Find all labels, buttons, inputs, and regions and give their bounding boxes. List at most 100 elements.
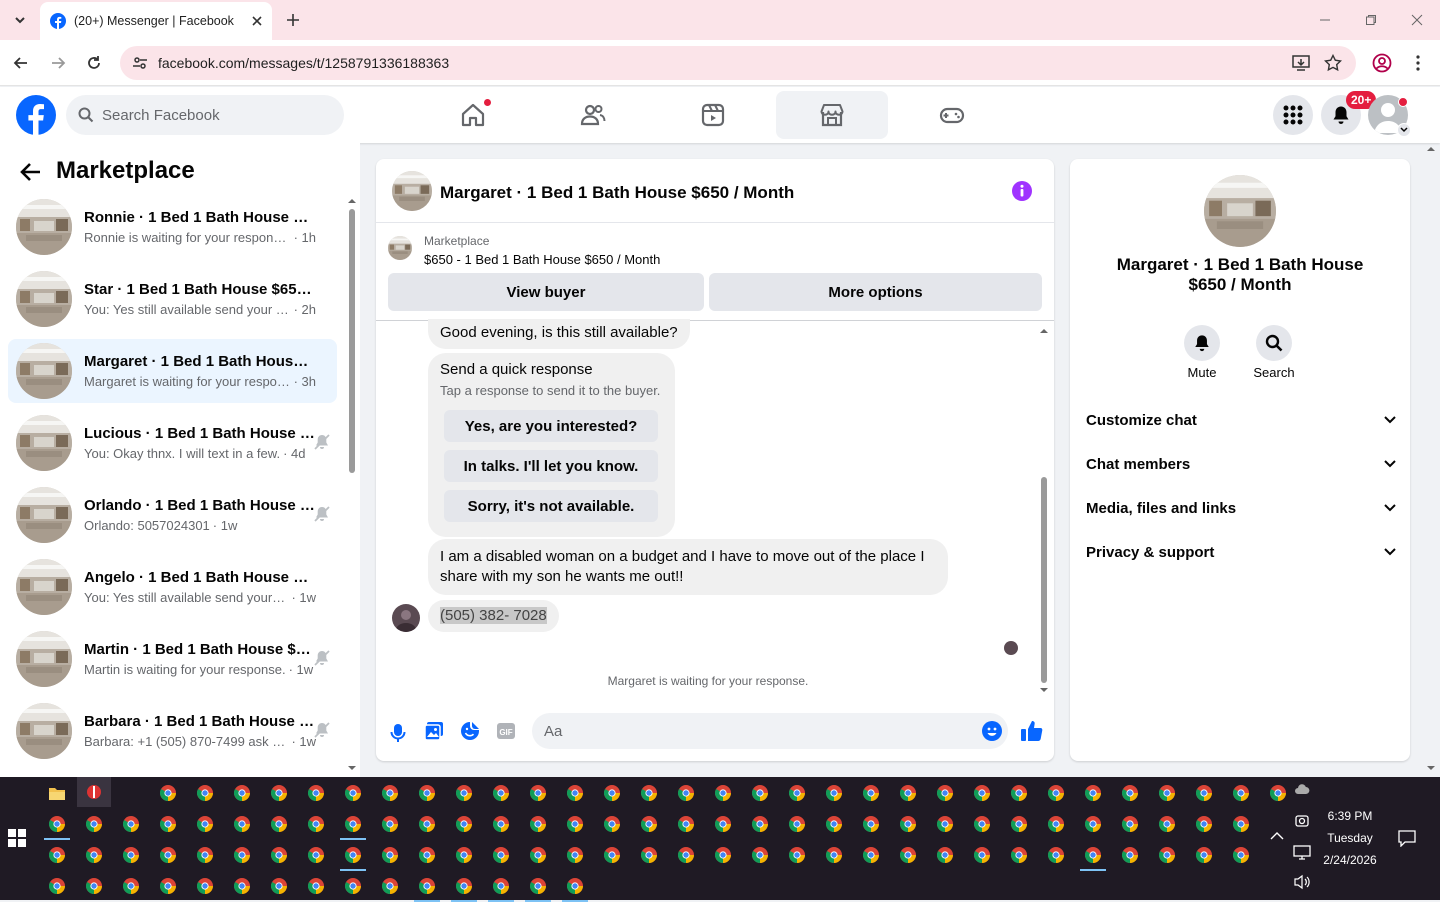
chrome-window-icon[interactable] <box>752 847 768 863</box>
chrome-window-icon[interactable] <box>641 816 657 832</box>
clock-time[interactable]: 6:39 PM <box>1318 809 1382 823</box>
chrome-window-icon[interactable] <box>752 816 768 832</box>
chrome-window-icon[interactable] <box>123 816 139 832</box>
chrome-window-icon[interactable] <box>567 785 583 801</box>
file-explorer-icon[interactable] <box>48 785 66 801</box>
facebook-logo-icon[interactable] <box>16 95 56 135</box>
more-options-button[interactable]: More options <box>709 273 1042 311</box>
chat-title[interactable]: Margaret · 1 Bed 1 Bath House $650 / Mon… <box>440 183 794 203</box>
close-window-icon[interactable] <box>1406 10 1428 30</box>
chrome-window-icon[interactable] <box>863 847 879 863</box>
chrome-window-icon[interactable] <box>715 847 731 863</box>
conversation-item[interactable]: Orlando · 1 Bed 1 Bath House $650 / Mont… <box>8 483 337 547</box>
chrome-window-icon[interactable] <box>678 785 694 801</box>
conversation-item[interactable]: Lucious · 1 Bed 1 Bath House $650 / Mont… <box>8 411 337 475</box>
message-bubble[interactable]: I am a disabled woman on a budget and I … <box>428 539 948 595</box>
emoji-icon[interactable] <box>982 721 1002 741</box>
chrome-window-icon[interactable] <box>678 847 694 863</box>
chrome-window-icon[interactable] <box>641 847 657 863</box>
thumbs-up-icon[interactable] <box>1020 719 1044 743</box>
weather-cloud-icon[interactable] <box>1294 783 1310 795</box>
browser-menu-icon[interactable] <box>1408 51 1428 75</box>
chrome-window-icon[interactable] <box>308 816 324 832</box>
chrome-window-icon[interactable] <box>419 878 435 894</box>
menu-grid-button[interactable] <box>1273 95 1313 135</box>
network-icon[interactable] <box>1293 844 1311 860</box>
chrome-window-icon[interactable] <box>493 847 509 863</box>
view-buyer-button[interactable]: View buyer <box>388 273 704 311</box>
windows-start-icon[interactable] <box>8 829 26 847</box>
chrome-window-icon[interactable] <box>382 785 398 801</box>
muted-bell-icon[interactable] <box>313 433 331 451</box>
chrome-window-icon[interactable] <box>308 878 324 894</box>
media-files-section[interactable]: Media, files and links <box>1086 493 1396 523</box>
chrome-window-icon[interactable] <box>308 785 324 801</box>
chrome-window-icon[interactable] <box>1233 816 1249 832</box>
chrome-window-icon[interactable] <box>1085 847 1101 863</box>
chrome-window-icon[interactable] <box>789 816 805 832</box>
new-tab-icon[interactable] <box>282 9 304 31</box>
muted-bell-icon[interactable] <box>313 649 331 667</box>
chrome-window-icon[interactable] <box>456 878 472 894</box>
chrome-window-icon[interactable] <box>234 847 250 863</box>
browser-tab[interactable]: (20+) Messenger | Facebook <box>40 2 272 40</box>
chrome-window-icon[interactable] <box>493 785 509 801</box>
message-input-box[interactable] <box>532 713 1008 749</box>
install-app-icon[interactable] <box>1292 55 1310 71</box>
chrome-window-icon[interactable] <box>900 785 916 801</box>
conversation-item[interactable]: Angelo · 1 Bed 1 Bath House $650 / Month… <box>8 555 337 619</box>
chrome-window-icon[interactable] <box>530 785 546 801</box>
reload-icon[interactable] <box>83 52 105 74</box>
facebook-search[interactable] <box>66 95 344 135</box>
left-scrollbar[interactable] <box>346 195 358 775</box>
chrome-window-icon[interactable] <box>382 878 398 894</box>
chrome-window-icon[interactable] <box>678 816 694 832</box>
camera-icon[interactable] <box>1294 813 1310 829</box>
chrome-window-icon[interactable] <box>160 785 176 801</box>
search-input[interactable] <box>102 106 322 124</box>
chrome-window-icon[interactable] <box>160 847 176 863</box>
chrome-window-icon[interactable] <box>345 816 361 832</box>
chrome-window-icon[interactable] <box>197 816 213 832</box>
chrome-window-icon[interactable] <box>789 785 805 801</box>
chrome-window-icon[interactable] <box>1159 785 1175 801</box>
chrome-window-icon[interactable] <box>1196 816 1212 832</box>
chrome-window-icon[interactable] <box>419 785 435 801</box>
chrome-window-icon[interactable] <box>86 847 102 863</box>
chrome-window-icon[interactable] <box>456 816 472 832</box>
chrome-window-icon[interactable] <box>197 785 213 801</box>
chat-scrollbar[interactable] <box>1038 325 1050 697</box>
chrome-window-icon[interactable] <box>715 816 731 832</box>
chrome-window-icon[interactable] <box>86 816 102 832</box>
chrome-window-icon[interactable] <box>1011 816 1027 832</box>
conversation-item[interactable]: Margaret · 1 Bed 1 Bath House $650 / Mon… <box>8 339 337 403</box>
chrome-window-icon[interactable] <box>493 878 509 894</box>
microphone-icon[interactable] <box>390 723 406 743</box>
chrome-window-icon[interactable] <box>271 878 287 894</box>
chrome-window-icon[interactable] <box>1011 785 1027 801</box>
nav-video[interactable] <box>657 91 769 139</box>
chrome-window-icon[interactable] <box>974 816 990 832</box>
back-icon[interactable] <box>10 52 32 74</box>
nav-marketplace[interactable] <box>776 91 888 139</box>
sender-avatar[interactable] <box>392 604 420 632</box>
chrome-window-icon[interactable] <box>49 878 65 894</box>
chrome-window-icon[interactable] <box>197 878 213 894</box>
chrome-window-icon[interactable] <box>974 847 990 863</box>
chrome-window-icon[interactable] <box>863 785 879 801</box>
chrome-window-icon[interactable] <box>419 847 435 863</box>
chrome-window-icon[interactable] <box>419 816 435 832</box>
chrome-window-icon[interactable] <box>49 816 65 832</box>
mute-button[interactable] <box>1184 325 1220 361</box>
forward-icon[interactable] <box>47 52 69 74</box>
conversation-item[interactable]: Star · 1 Bed 1 Bath House $650 / Month Yo… <box>8 267 337 331</box>
quick-reply-not-available[interactable]: Sorry, it's not available. <box>444 490 658 522</box>
chrome-window-icon[interactable] <box>1233 847 1249 863</box>
chevron-up-icon[interactable] <box>1270 831 1284 841</box>
chrome-window-icon[interactable] <box>234 816 250 832</box>
profile-avatar[interactable] <box>1204 175 1276 247</box>
address-bar[interactable]: facebook.com/messages/t/1258791336188363 <box>120 46 1356 80</box>
chrome-window-icon[interactable] <box>567 878 583 894</box>
site-info-icon[interactable] <box>132 55 148 71</box>
privacy-support-section[interactable]: Privacy & support <box>1086 537 1396 567</box>
